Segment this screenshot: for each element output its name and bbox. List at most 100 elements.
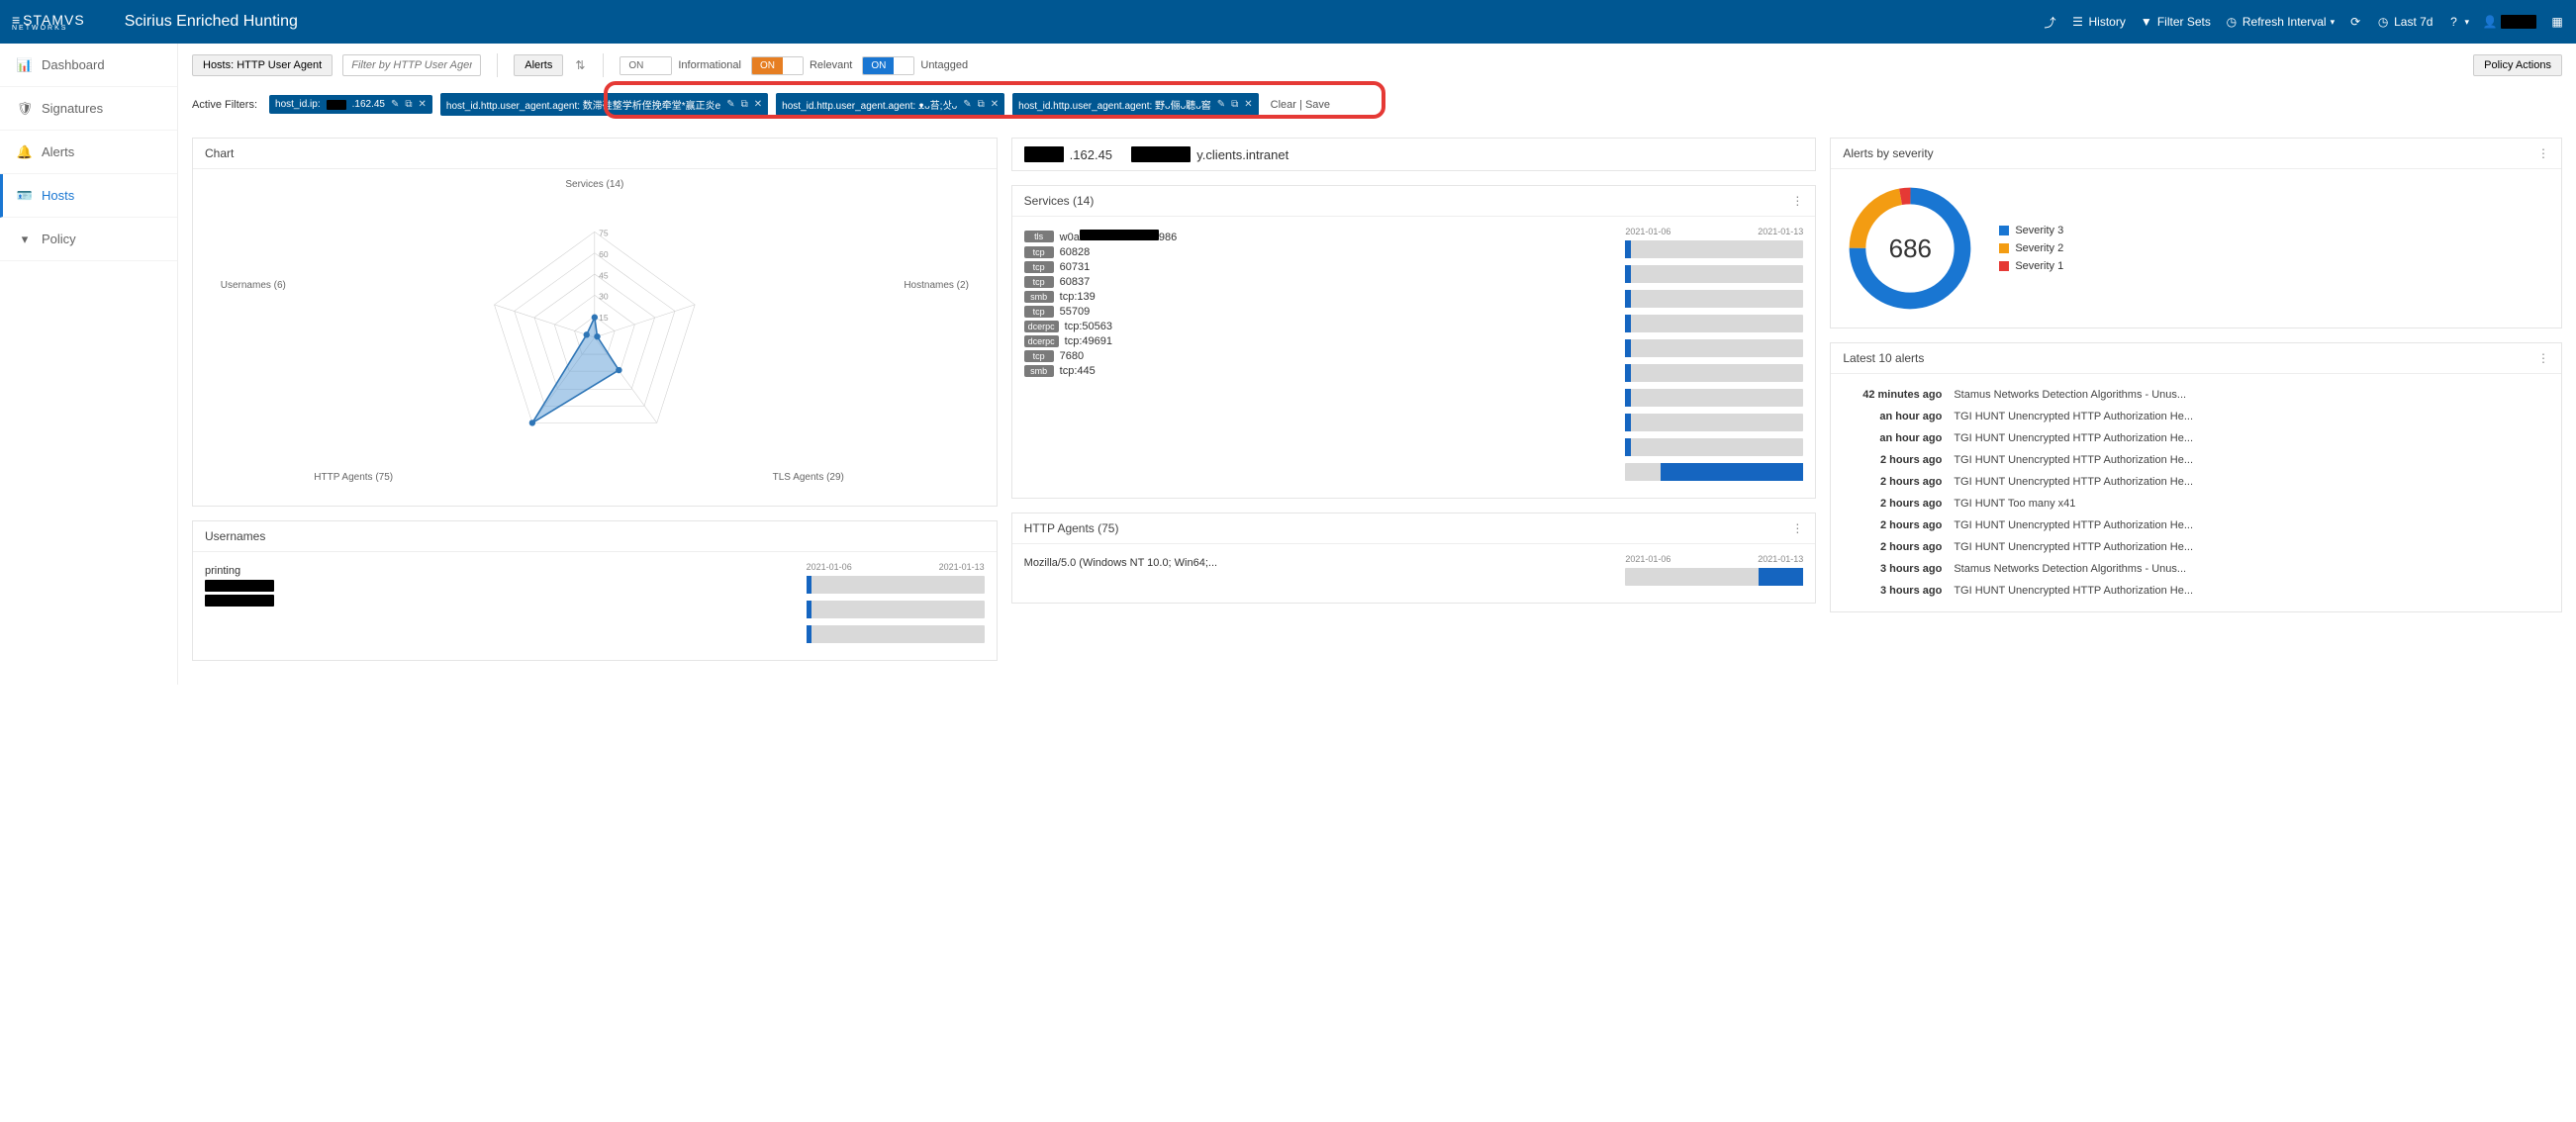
sparkline: [1625, 568, 1803, 586]
close-icon[interactable]: ✕: [1244, 99, 1252, 110]
http-agent-row[interactable]: Mozilla/5.0 (Windows NT 10.0; Win64;...: [1024, 557, 1616, 569]
svg-text:30: 30: [599, 292, 609, 302]
edit-icon[interactable]: ✎: [1217, 99, 1225, 110]
alert-message: TGI HUNT Unencrypted HTTP Authorization …: [1954, 432, 2549, 444]
sidebar-item-dashboard[interactable]: 📊Dashboard: [0, 44, 177, 87]
alert-time: 2 hours ago: [1843, 498, 1942, 510]
filter-chip[interactable]: host_id.http.user_agent.agent: 数滞硅整学析侄挽牵…: [440, 93, 768, 116]
refresh-icon[interactable]: ⟳: [2348, 15, 2362, 29]
filter-chip[interactable]: host_id.http.user_agent.agent: 野ᴗ俪ᴗ聽ᴗ窖 ✎…: [1012, 93, 1259, 116]
card-title: Services (14): [1024, 194, 1095, 208]
filter-chip[interactable]: host_id.http.user_agent.agent: ᴥᴗ苔;삿ᴗ ✎⧉…: [776, 93, 1004, 116]
copy-icon[interactable]: ⧉: [1231, 99, 1238, 110]
active-filters-label: Active Filters:: [192, 99, 257, 111]
clear-filters-link[interactable]: Clear: [1271, 99, 1296, 111]
apps-icon[interactable]: ▦: [2550, 15, 2564, 29]
close-icon[interactable]: ✕: [991, 99, 999, 110]
service-row[interactable]: dcerpctcp:50563: [1024, 321, 1616, 332]
edit-icon[interactable]: ✎: [391, 99, 399, 110]
service-label: tcp:49691: [1065, 335, 1112, 347]
service-row[interactable]: tcp55709: [1024, 306, 1616, 318]
main-content: Hosts: HTTP User Agent Alerts ⇅ ON Infor…: [178, 44, 2576, 685]
copy-icon[interactable]: ⧉: [741, 99, 748, 110]
sparkline: [1625, 389, 1803, 407]
copy-icon[interactable]: ⧉: [405, 99, 412, 110]
service-row[interactable]: smbtcp:445: [1024, 365, 1616, 377]
alert-row[interactable]: 2 hours agoTGI HUNT Unencrypted HTTP Aut…: [1843, 536, 2549, 558]
toggle-informational[interactable]: ON: [620, 56, 672, 75]
more-icon[interactable]: ⋮: [2537, 146, 2549, 160]
alert-row[interactable]: 3 hours agoTGI HUNT Unencrypted HTTP Aut…: [1843, 580, 2549, 602]
toggle-untagged[interactable]: ON: [862, 56, 914, 75]
sort-icon[interactable]: ⇅: [573, 58, 587, 72]
redacted-hostname-prefix: [1131, 146, 1191, 162]
filters-clear-save: Clear | Save: [1271, 99, 1330, 111]
time-range-dropdown[interactable]: ◷Last 7d: [2376, 15, 2433, 29]
alert-message: TGI HUNT Unencrypted HTTP Authorization …: [1954, 541, 2549, 553]
username-row[interactable]: [205, 595, 797, 607]
edit-icon[interactable]: ✎: [963, 99, 971, 110]
help-icon[interactable]: ?▾: [2446, 15, 2469, 29]
sparkline: [1625, 463, 1803, 481]
dashboard-icon: 📊: [18, 58, 32, 72]
alert-row[interactable]: 3 hours agoStamus Networks Detection Alg…: [1843, 558, 2549, 580]
service-row[interactable]: tlsw0a986: [1024, 230, 1616, 243]
copy-icon[interactable]: ⧉: [978, 99, 985, 110]
card-title: Chart: [205, 146, 234, 160]
alert-row[interactable]: 2 hours agoTGI HUNT Too many x41: [1843, 493, 2549, 514]
more-icon[interactable]: ⋮: [2537, 351, 2549, 365]
proto-tag: tcp: [1024, 306, 1054, 318]
alert-row[interactable]: 2 hours agoTGI HUNT Unencrypted HTTP Aut…: [1843, 449, 2549, 471]
service-label: 60828: [1060, 246, 1091, 258]
hosts-dimension-button[interactable]: Hosts: HTTP User Agent: [192, 54, 333, 76]
history-link[interactable]: ☰History: [2071, 15, 2126, 29]
service-row[interactable]: dcerpctcp:49691: [1024, 335, 1616, 347]
close-icon[interactable]: ✕: [419, 99, 427, 110]
divider: [603, 53, 604, 77]
more-icon[interactable]: ⋮: [1791, 194, 1803, 208]
alert-row[interactable]: an hour agoTGI HUNT Unencrypted HTTP Aut…: [1843, 406, 2549, 427]
sparkline: [1625, 290, 1803, 308]
close-icon[interactable]: ✕: [754, 99, 762, 110]
alert-row[interactable]: 2 hours agoTGI HUNT Unencrypted HTTP Aut…: [1843, 514, 2549, 536]
upload-icon[interactable]: ⤴: [2044, 15, 2057, 29]
severity-legend: Severity 3Severity 2Severity 1: [1999, 225, 2063, 272]
divider: [497, 53, 498, 77]
card-title: Usernames: [205, 529, 265, 543]
service-row[interactable]: tcp60731: [1024, 261, 1616, 273]
save-filters-link[interactable]: Save: [1305, 99, 1330, 111]
sidebar-item-hosts[interactable]: 🪪Hosts: [0, 174, 177, 218]
alert-row[interactable]: 42 minutes agoStamus Networks Detection …: [1843, 384, 2549, 406]
alert-message: Stamus Networks Detection Algorithms - U…: [1954, 563, 2549, 575]
alert-row[interactable]: an hour agoTGI HUNT Unencrypted HTTP Aut…: [1843, 427, 2549, 449]
sidebar-item-signatures[interactable]: 🛡Signatures: [0, 87, 177, 131]
sparkline: [807, 576, 985, 594]
sidebar-item-policy[interactable]: ▾Policy: [0, 218, 177, 261]
alert-row[interactable]: 2 hours agoTGI HUNT Unencrypted HTTP Aut…: [1843, 471, 2549, 493]
radar-chart: 75 60 45 30 15 Services (14) Hostnames (…: [205, 179, 985, 496]
filter-input[interactable]: [342, 54, 481, 76]
service-row[interactable]: tcp60828: [1024, 246, 1616, 258]
host-domain: y.clients.intranet: [1196, 147, 1288, 162]
sparkline: [1625, 265, 1803, 283]
toggle-label: Untagged: [920, 59, 968, 71]
sparkline: [1625, 240, 1803, 258]
service-row[interactable]: smbtcp:139: [1024, 291, 1616, 303]
username-row[interactable]: printing: [205, 565, 797, 577]
edit-icon[interactable]: ✎: [726, 99, 734, 110]
service-row[interactable]: tcp7680: [1024, 350, 1616, 362]
refresh-interval-dropdown[interactable]: ◷Refresh Interval▾: [2225, 15, 2335, 29]
filter-sets-link[interactable]: ▼Filter Sets: [2140, 15, 2211, 29]
user-menu[interactable]: 👤: [2483, 15, 2536, 29]
toggle-relevant[interactable]: ON: [751, 56, 804, 75]
more-icon[interactable]: ⋮: [1791, 521, 1803, 535]
alert-time: 2 hours ago: [1843, 476, 1942, 488]
filter-chip[interactable]: host_id.ip: .162.45 ✎⧉✕: [269, 95, 432, 114]
service-row[interactable]: tcp60837: [1024, 276, 1616, 288]
username-row[interactable]: [205, 580, 797, 592]
sparkline: [1625, 438, 1803, 456]
alerts-button[interactable]: Alerts: [514, 54, 563, 76]
sidebar-item-alerts[interactable]: 🔔Alerts: [0, 131, 177, 174]
policy-actions-button[interactable]: Policy Actions: [2473, 54, 2562, 76]
service-label: 60837: [1060, 276, 1091, 288]
